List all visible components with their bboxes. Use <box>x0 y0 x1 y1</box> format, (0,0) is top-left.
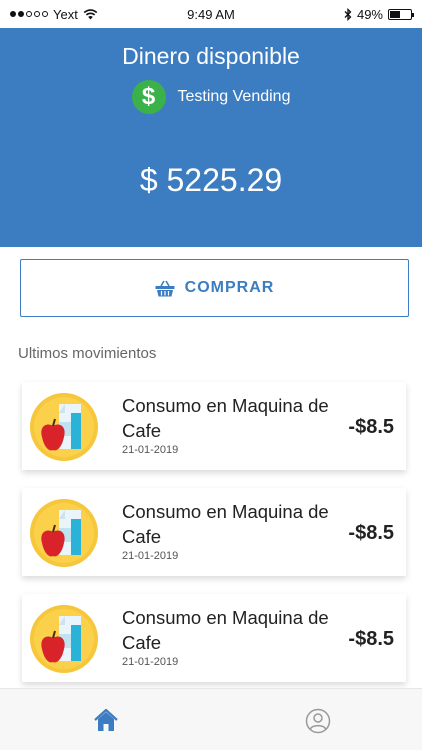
bluetooth-icon <box>344 7 352 21</box>
page-title: Dinero disponible <box>122 43 300 69</box>
transaction-amount: -$8.5 <box>348 628 394 650</box>
status-bar: Yext 9:49 AM 49% <box>0 0 422 28</box>
battery-icon <box>388 8 414 20</box>
list-item[interactable]: Consumo en Maquina de Cafe 21-01-2019 -$… <box>22 594 406 682</box>
transaction-title: Consumo en Maquina de Cafe <box>122 607 329 653</box>
food-drink-icon <box>30 393 98 461</box>
list-item[interactable]: Consumo en Maquina de Cafe 21-01-2019 -$… <box>22 488 406 576</box>
status-right: 49% <box>344 6 414 22</box>
transaction-amount: -$8.5 <box>348 522 394 544</box>
food-drink-icon <box>30 605 98 673</box>
signal-icon <box>10 11 48 17</box>
home-icon <box>94 708 118 731</box>
balance-header: Dinero disponible $ Testing Vending $ 52… <box>0 28 422 247</box>
transaction-title: Consumo en Maquina de Cafe <box>122 395 329 441</box>
buy-button-label: COMPRAR <box>184 279 275 296</box>
tab-home[interactable] <box>93 708 119 734</box>
transaction-title: Consumo en Maquina de Cafe <box>122 501 329 547</box>
food-drink-icon <box>30 499 98 567</box>
user-icon <box>305 708 331 734</box>
list-item[interactable]: Consumo en Maquina de Cafe 21-01-2019 -$… <box>22 382 406 470</box>
transaction-date: 21-01-2019 <box>122 550 179 562</box>
transaction-date: 21-01-2019 <box>122 444 179 456</box>
buy-button[interactable]: COMPRAR <box>20 259 409 317</box>
battery-percent: 49% <box>356 6 383 22</box>
wifi-icon <box>83 8 98 19</box>
battery-level <box>390 10 400 18</box>
status-left: Yext <box>10 7 98 22</box>
merchant-name: Testing Vending <box>177 88 291 105</box>
carrier-name: Yext <box>53 6 78 22</box>
dollar-icon: $ <box>131 80 166 114</box>
tab-bar <box>0 688 422 750</box>
tab-profile[interactable] <box>305 708 331 734</box>
transaction-amount: -$8.5 <box>348 416 394 438</box>
section-label: Ultimos movimientos <box>18 345 157 362</box>
balance-amount: $ 5225.29 <box>139 162 283 198</box>
basket-icon <box>155 280 175 296</box>
transaction-date: 21-01-2019 <box>122 656 179 668</box>
merchant-row: $ Testing Vending <box>0 80 422 114</box>
